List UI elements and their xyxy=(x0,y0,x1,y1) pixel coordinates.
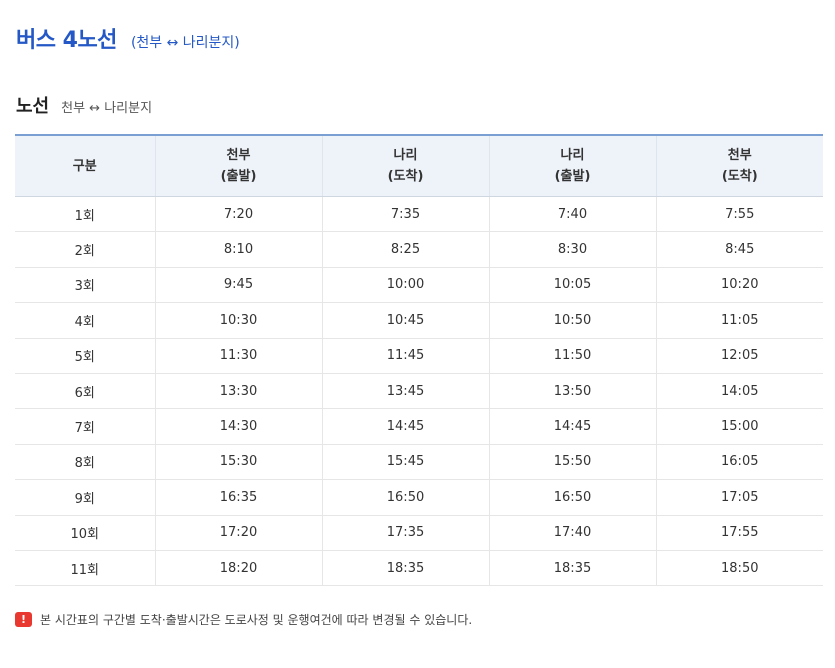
time-cell: 16:50 xyxy=(488,479,656,516)
column-header-line: 나리 xyxy=(393,148,418,163)
time-cell: 11:05 xyxy=(655,302,823,339)
run-number-cell: 4회 xyxy=(15,302,155,339)
column-header-line: 구분 xyxy=(72,158,97,174)
exclamation-icon: ! xyxy=(15,612,32,627)
time-cell: 10:20 xyxy=(655,267,823,304)
time-cell: 14:05 xyxy=(655,373,823,410)
time-cell: 9:45 xyxy=(154,267,322,304)
time-cell: 7:55 xyxy=(655,196,823,233)
run-number-cell: 3회 xyxy=(15,267,155,304)
column-header-division: 구분 xyxy=(15,135,155,197)
time-cell: 18:35 xyxy=(321,550,489,587)
time-cell: 16:35 xyxy=(154,479,322,516)
time-cell: 17:05 xyxy=(655,479,823,516)
run-number-cell: 8회 xyxy=(15,444,155,481)
time-cell: 10:05 xyxy=(488,267,656,304)
time-cell: 15:50 xyxy=(488,444,656,481)
time-cell: 17:55 xyxy=(655,515,823,551)
run-number-cell: 11회 xyxy=(15,550,155,587)
time-cell: 16:05 xyxy=(655,444,823,481)
table-row: 2회 8:10 8:25 8:30 8:45 xyxy=(15,231,823,268)
section-route: 천부 ↔ 나리분지 xyxy=(61,101,153,116)
column-header: 나리 (출발) xyxy=(488,135,656,197)
time-cell: 14:45 xyxy=(321,408,489,445)
title-row: 버스 4노선 (천부 ↔ 나리분지) xyxy=(16,22,240,54)
table-row: 4회 10:30 10:45 10:50 11:05 xyxy=(15,302,823,339)
time-cell: 14:45 xyxy=(488,408,656,445)
run-number-cell: 1회 xyxy=(15,196,155,233)
page-subtitle: (천부 ↔ 나리분지) xyxy=(130,35,240,51)
time-cell: 12:05 xyxy=(655,338,823,374)
table-row: 3회 9:45 10:00 10:05 10:20 xyxy=(15,267,823,304)
time-cell: 8:30 xyxy=(488,231,656,268)
time-cell: 13:30 xyxy=(154,373,322,410)
time-cell: 16:50 xyxy=(321,479,489,516)
run-number-cell: 10회 xyxy=(15,515,155,551)
time-cell: 15:30 xyxy=(154,444,322,481)
table-row: 7회 14:30 14:45 14:45 15:00 xyxy=(15,408,823,445)
table-row: 5회 11:30 11:45 11:50 12:05 xyxy=(15,338,823,374)
time-cell: 15:00 xyxy=(655,408,823,445)
time-cell: 11:45 xyxy=(321,338,489,374)
time-cell: 11:30 xyxy=(154,338,322,374)
table-row: 11회 18:20 18:35 18:35 18:50 xyxy=(15,550,823,587)
time-cell: 18:35 xyxy=(488,550,656,587)
column-header: 나리 (도착) xyxy=(321,135,489,197)
time-cell: 10:30 xyxy=(154,302,322,339)
time-cell: 15:45 xyxy=(321,444,489,481)
page: 버스 4노선 (천부 ↔ 나리분지) 노선 천부 ↔ 나리분지 구분 천부 (출발)… xyxy=(0,0,835,668)
column-header-line: 천부 xyxy=(727,148,752,163)
time-cell: 10:50 xyxy=(488,302,656,339)
page-title: 버스 4노선 xyxy=(16,28,117,53)
run-number-cell: 9회 xyxy=(15,479,155,516)
time-cell: 7:40 xyxy=(488,196,656,233)
time-cell: 7:35 xyxy=(321,196,489,233)
time-cell: 8:45 xyxy=(655,231,823,268)
column-header-line: (도착) xyxy=(721,169,758,184)
table-row: 9회 16:35 16:50 16:50 17:05 xyxy=(15,479,823,516)
time-cell: 8:10 xyxy=(154,231,322,268)
time-cell: 10:45 xyxy=(321,302,489,339)
notice-text: 본 시간표의 구간별 도착·출발시간은 도로사정 및 운행여건에 따라 변경될 … xyxy=(40,613,473,627)
timetable: 구분 천부 (출발) 나리 (도착) 나리 (출발) 천부 (도착) 1회 7:20 7:35 7:4… xyxy=(15,134,823,587)
column-header-line: (도착) xyxy=(387,169,424,184)
time-cell: 13:45 xyxy=(321,373,489,410)
table-row: 1회 7:20 7:35 7:40 7:55 xyxy=(15,196,823,233)
run-number-cell: 7회 xyxy=(15,408,155,445)
run-number-cell: 6회 xyxy=(15,373,155,410)
column-header-line: (출발) xyxy=(220,169,257,184)
time-cell: 17:40 xyxy=(488,515,656,551)
run-number-cell: 2회 xyxy=(15,231,155,268)
time-cell: 13:50 xyxy=(488,373,656,410)
run-number-cell: 5회 xyxy=(15,338,155,374)
time-cell: 7:20 xyxy=(154,196,322,233)
time-cell: 18:20 xyxy=(154,550,322,587)
column-header-line: 나리 xyxy=(560,148,585,163)
column-header-line: 천부 xyxy=(226,148,251,163)
column-header: 천부 (출발) xyxy=(154,135,322,197)
time-cell: 11:50 xyxy=(488,338,656,374)
time-cell: 10:00 xyxy=(321,267,489,304)
table-row: 10회 17:20 17:35 17:40 17:55 xyxy=(15,515,823,551)
column-header: 천부 (도착) xyxy=(655,135,823,197)
timetable-header-row: 구분 천부 (출발) 나리 (도착) 나리 (출발) 천부 (도착) xyxy=(15,135,823,197)
column-header-line: (출발) xyxy=(554,169,591,184)
time-cell: 8:25 xyxy=(321,231,489,268)
timetable-body: 1회 7:20 7:35 7:40 7:55 2회 8:10 8:25 8:30 8:45 3회 9:… xyxy=(15,196,823,587)
time-cell: 18:50 xyxy=(655,550,823,587)
time-cell: 14:30 xyxy=(154,408,322,445)
notice: ! 본 시간표의 구간별 도착·출발시간은 도로사정 및 운행여건에 따라 변경… xyxy=(15,611,472,628)
table-row: 6회 13:30 13:45 13:50 14:05 xyxy=(15,373,823,410)
time-cell: 17:20 xyxy=(154,515,322,551)
section-row: 노선 천부 ↔ 나리분지 xyxy=(16,92,152,118)
section-title: 노선 xyxy=(16,96,50,117)
table-row: 8회 15:30 15:45 15:50 16:05 xyxy=(15,444,823,481)
time-cell: 17:35 xyxy=(321,515,489,551)
